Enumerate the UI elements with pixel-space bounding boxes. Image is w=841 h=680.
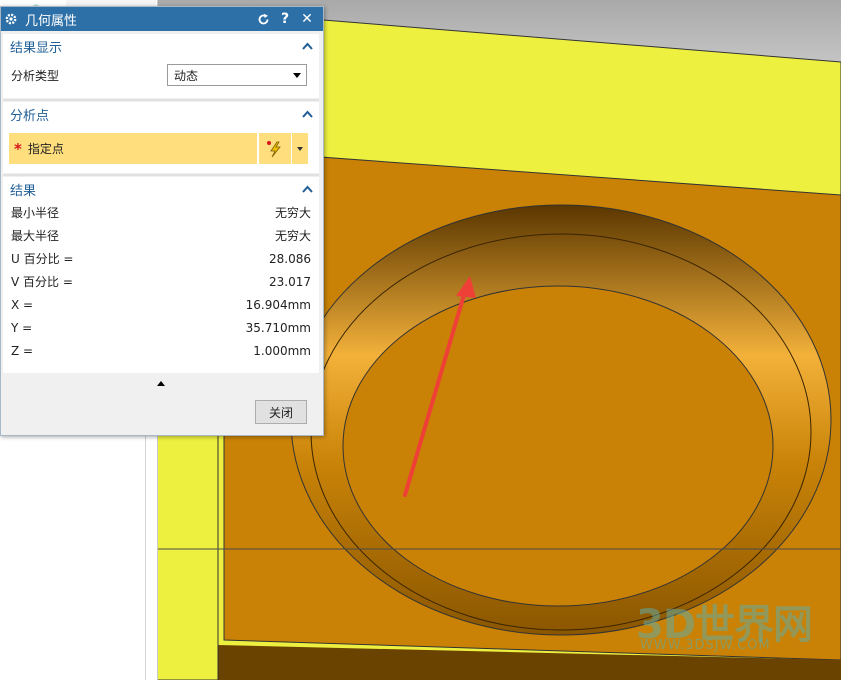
result-row: X = 16.904mm xyxy=(3,293,319,316)
result-row: Z = 1.000mm xyxy=(3,339,319,362)
close-icon[interactable]: ✕ xyxy=(299,11,315,27)
result-value: 无穷大 xyxy=(274,229,311,243)
geometry-properties-dialog: 几何属性 ? ✕ 结果显示 分析类型 动态 分析点 * 指定点 结果 最小半径 … xyxy=(0,6,324,436)
section-header-result-display[interactable]: 结果显示 xyxy=(3,34,319,58)
result-value: 23.017 xyxy=(269,274,311,289)
result-label: X = xyxy=(11,297,34,312)
gear-icon xyxy=(5,13,17,25)
expand-toggle[interactable] xyxy=(3,377,319,390)
analysis-type-value: 动态 xyxy=(174,68,199,83)
analysis-type-row: 分析类型 动态 xyxy=(3,58,319,92)
section-result-display: 结果显示 分析类型 动态 xyxy=(3,34,319,98)
section-header-analysis-point[interactable]: 分析点 xyxy=(3,102,319,126)
section-analysis-point: 分析点 * 指定点 xyxy=(3,102,319,173)
result-label: U 百分比 = xyxy=(11,252,74,266)
chevron-down-icon xyxy=(293,72,301,78)
groove-floor xyxy=(342,285,774,607)
watermark-url: WWW.3DSJW.COM xyxy=(640,638,771,653)
dialog-title: 几何属性 xyxy=(25,13,78,29)
result-row: 最小半径 无穷大 xyxy=(3,201,319,224)
dialog-titlebar[interactable]: 几何属性 ? ✕ xyxy=(1,7,323,31)
point-snap-icon xyxy=(267,140,281,157)
reset-icon[interactable] xyxy=(255,11,271,27)
point-type-dropdown[interactable] xyxy=(292,133,308,164)
results-list: 最小半径 无穷大 最大半径 无穷大 U 百分比 = 28.086 V 百分比 = 23.017… xyxy=(3,201,319,362)
result-value: 28.086 xyxy=(269,251,311,266)
result-row: 最大半径 无穷大 xyxy=(3,224,319,247)
specify-point-label: 指定点 xyxy=(27,142,64,156)
result-value: 无穷大 xyxy=(274,206,311,220)
chevron-up-icon xyxy=(157,381,165,386)
analysis-type-select[interactable]: 动态 xyxy=(167,64,307,86)
result-label: V 百分比 = xyxy=(11,275,73,289)
section-title: 结果显示 xyxy=(10,40,63,56)
result-label: 最小半径 xyxy=(11,206,60,220)
specify-point-row[interactable]: * 指定点 xyxy=(9,133,257,164)
section-title: 分析点 xyxy=(10,108,50,124)
collapse-icon[interactable] xyxy=(301,184,313,194)
required-marker: * xyxy=(14,139,22,158)
point-dialog-button[interactable] xyxy=(259,133,291,164)
result-value: 16.904mm xyxy=(245,297,311,312)
analysis-type-label: 分析类型 xyxy=(11,68,60,83)
result-row: Y = 35.710mm xyxy=(3,316,319,339)
result-value: 35.710mm xyxy=(245,320,311,335)
result-label: Z = xyxy=(11,343,34,358)
section-header-results[interactable]: 结果 xyxy=(3,177,319,201)
result-row: V 百分比 = 23.017 xyxy=(3,270,319,293)
help-button[interactable]: ? xyxy=(277,11,293,27)
result-row: U 百分比 = 28.086 xyxy=(3,247,319,270)
result-label: 最大半径 xyxy=(11,229,60,243)
section-results: 结果 最小半径 无穷大 最大半径 无穷大 U 百分比 = 28.086 V 百分比 = 23.… xyxy=(3,177,319,373)
close-button[interactable]: 关闭 xyxy=(255,400,307,424)
collapse-icon[interactable] xyxy=(301,41,313,51)
collapse-icon[interactable] xyxy=(301,109,313,119)
section-title: 结果 xyxy=(10,183,37,199)
chevron-down-icon xyxy=(297,146,303,151)
result-label: Y = xyxy=(11,320,33,335)
result-value: 1.000mm xyxy=(253,343,311,358)
